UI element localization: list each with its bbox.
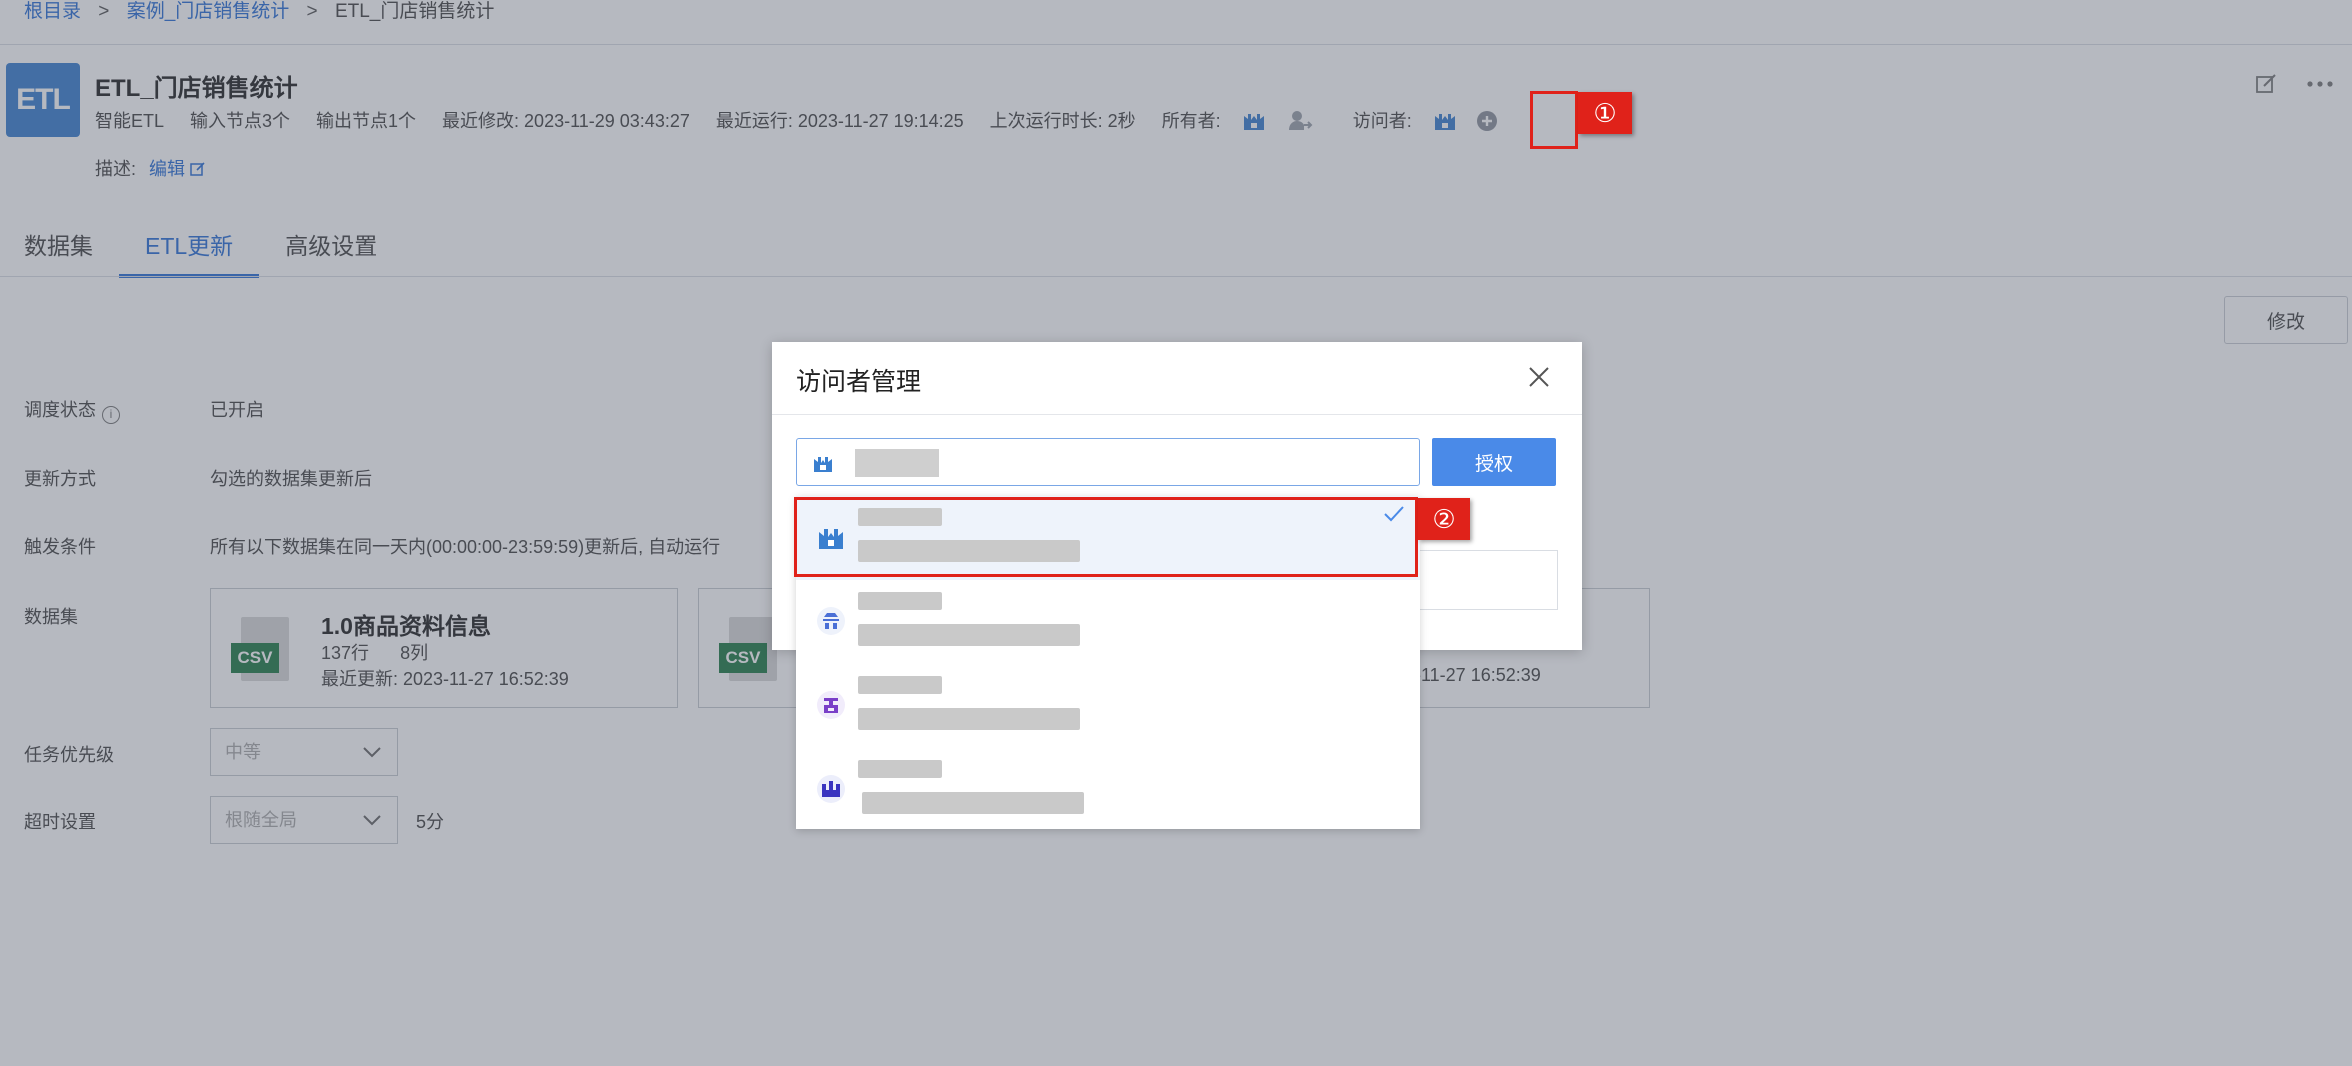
- close-icon[interactable]: [1526, 364, 1552, 390]
- option-detail: [858, 708, 1080, 730]
- visitor-search-input[interactable]: [796, 438, 1420, 486]
- callout-badge-two: ②: [1418, 498, 1470, 540]
- dropdown-option-department[interactable]: [796, 580, 1420, 664]
- divider: [772, 414, 1582, 415]
- dialog-title: 访问者管理: [796, 368, 922, 396]
- option-name: [858, 676, 942, 694]
- dropdown-option-group[interactable]: [796, 748, 1420, 832]
- role-icon: [817, 691, 845, 719]
- dropdown-option-role[interactable]: [796, 664, 1420, 748]
- authorize-button[interactable]: 授权: [1432, 438, 1556, 486]
- callout-highlight-add-visitor: [1530, 91, 1578, 149]
- department-icon: [817, 607, 845, 635]
- option-name: [858, 592, 942, 610]
- visitor-list-box: [1412, 550, 1558, 610]
- selected-user-chip[interactable]: [855, 449, 939, 477]
- person-icon: [814, 457, 832, 472]
- callout-badge-one: ①: [1578, 92, 1632, 134]
- option-detail: [862, 792, 1084, 814]
- option-detail: [858, 624, 1080, 646]
- callout-highlight-user-option: [794, 497, 1418, 577]
- option-name: [858, 760, 942, 778]
- group-icon: [817, 775, 845, 803]
